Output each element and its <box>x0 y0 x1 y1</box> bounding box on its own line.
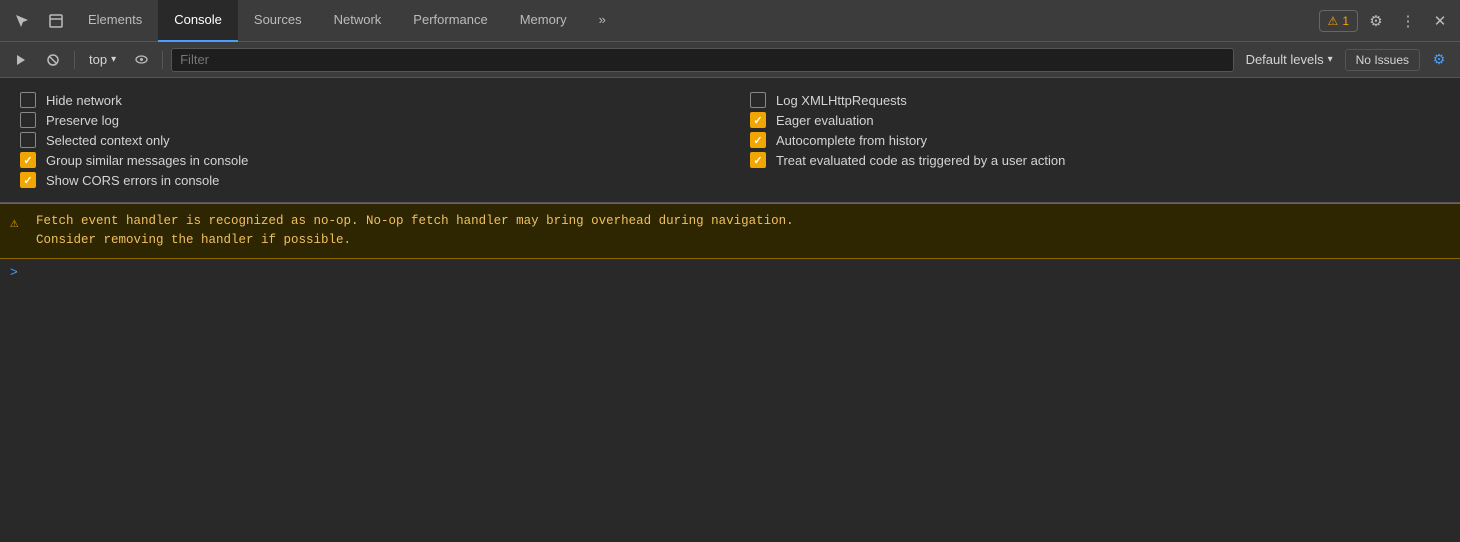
eager-eval-checkbox-row[interactable]: Eager evaluation <box>750 110 1440 130</box>
execute-icon[interactable] <box>8 47 34 73</box>
tab-memory[interactable]: Memory <box>504 0 583 42</box>
cursor-icon[interactable] <box>6 5 38 37</box>
eager-eval-checkbox[interactable] <box>750 112 766 128</box>
treat-evaluated-label: Treat evaluated code as triggered by a u… <box>776 153 1065 168</box>
log-xmlhttp-checkbox-row[interactable]: Log XMLHttpRequests <box>750 90 1440 110</box>
chevron-down-icon: ▾ <box>111 54 116 65</box>
selected-context-checkbox[interactable] <box>20 132 36 148</box>
warning-message: ⚠ Fetch event handler is recognized as n… <box>0 203 1460 259</box>
hide-network-checkbox[interactable] <box>20 92 36 108</box>
context-selector[interactable]: top ▾ <box>83 50 122 69</box>
tab-list: Elements Console Sources Network Perform… <box>72 0 1319 42</box>
show-cors-checkbox[interactable] <box>20 172 36 188</box>
console-input-area: > <box>0 259 1460 286</box>
context-label: top <box>89 52 107 67</box>
dock-icon[interactable] <box>40 5 72 37</box>
console-input[interactable] <box>24 265 1450 280</box>
group-similar-checkbox-row[interactable]: Group similar messages in console <box>20 150 710 170</box>
group-similar-checkbox[interactable] <box>20 152 36 168</box>
tab-bar: Elements Console Sources Network Perform… <box>0 0 1460 42</box>
settings-panel: Hide network Preserve log Selected conte… <box>0 78 1460 203</box>
show-cors-checkbox-row[interactable]: Show CORS errors in console <box>20 170 710 190</box>
log-xmlhttp-label: Log XMLHttpRequests <box>776 93 907 108</box>
preserve-log-checkbox[interactable] <box>20 112 36 128</box>
console-settings-icon[interactable]: ⚙ <box>1426 47 1452 73</box>
settings-left-column: Hide network Preserve log Selected conte… <box>20 90 710 190</box>
eye-icon[interactable] <box>128 47 154 73</box>
preserve-log-label: Preserve log <box>46 113 119 128</box>
warning-triangle-icon: ⚠ <box>1328 14 1339 28</box>
tab-elements[interactable]: Elements <box>72 0 158 42</box>
console-prompt: > <box>10 265 18 280</box>
treat-evaluated-checkbox[interactable] <box>750 152 766 168</box>
tab-bar-actions: ⚠ 1 ⚙ ⋮ ✕ <box>1319 7 1454 35</box>
tab-more[interactable]: » <box>583 0 622 42</box>
more-options-icon[interactable]: ⋮ <box>1394 7 1422 35</box>
autocomplete-checkbox-row[interactable]: Autocomplete from history <box>750 130 1440 150</box>
autocomplete-label: Autocomplete from history <box>776 133 927 148</box>
warning-count: 1 <box>1342 14 1349 28</box>
warning-line2: Consider removing the handler if possibl… <box>36 231 1448 250</box>
console-toolbar: top ▾ Default levels ▾ No Issues ⚙ <box>0 42 1460 78</box>
default-levels-button[interactable]: Default levels ▾ <box>1240 50 1339 69</box>
hide-network-checkbox-row[interactable]: Hide network <box>20 90 710 110</box>
treat-evaluated-checkbox-row[interactable]: Treat evaluated code as triggered by a u… <box>750 150 1440 170</box>
filter-input[interactable] <box>171 48 1233 72</box>
hide-network-label: Hide network <box>46 93 122 108</box>
separator <box>74 51 75 69</box>
tab-performance[interactable]: Performance <box>397 0 503 42</box>
autocomplete-checkbox[interactable] <box>750 132 766 148</box>
warning-icon: ⚠ <box>10 214 18 235</box>
selected-context-checkbox-row[interactable]: Selected context only <box>20 130 710 150</box>
settings-right-column: Log XMLHttpRequests Eager evaluation Aut… <box>750 90 1440 190</box>
clear-icon[interactable] <box>40 47 66 73</box>
no-issues-button[interactable]: No Issues <box>1345 49 1420 71</box>
log-xmlhttp-checkbox[interactable] <box>750 92 766 108</box>
warning-badge[interactable]: ⚠ 1 <box>1319 10 1358 32</box>
tab-console[interactable]: Console <box>158 0 238 42</box>
group-similar-label: Group similar messages in console <box>46 153 248 168</box>
settings-icon[interactable]: ⚙ <box>1362 7 1390 35</box>
preserve-log-checkbox-row[interactable]: Preserve log <box>20 110 710 130</box>
selected-context-label: Selected context only <box>46 133 170 148</box>
close-icon[interactable]: ✕ <box>1426 7 1454 35</box>
tab-network[interactable]: Network <box>318 0 398 42</box>
warning-line1: Fetch event handler is recognized as no-… <box>36 212 1448 231</box>
settings-grid: Hide network Preserve log Selected conte… <box>20 90 1440 190</box>
separator2 <box>162 51 163 69</box>
chevron-down-icon2: ▾ <box>1328 54 1333 65</box>
eager-eval-label: Eager evaluation <box>776 113 874 128</box>
show-cors-label: Show CORS errors in console <box>46 173 219 188</box>
tab-sources[interactable]: Sources <box>238 0 318 42</box>
